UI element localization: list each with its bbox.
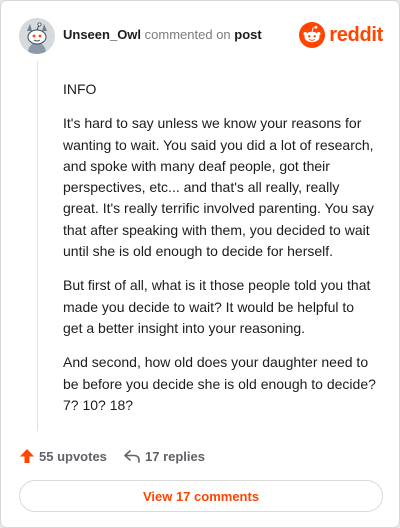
reddit-snoo-icon bbox=[299, 22, 326, 48]
upvote-button[interactable]: 55 upvotes bbox=[19, 445, 107, 467]
upvote-count: 55 upvotes bbox=[39, 448, 107, 464]
reply-count: 17 replies bbox=[145, 448, 205, 464]
commented-on-text: commented on bbox=[144, 27, 231, 42]
comment-card: Unseen_Owl commented on post reddit INFO… bbox=[0, 0, 400, 528]
reddit-wordmark: reddit bbox=[329, 23, 383, 46]
snoo-avatar-icon bbox=[19, 18, 55, 54]
user-avatar[interactable] bbox=[19, 18, 55, 54]
thread-line bbox=[37, 61, 38, 431]
view-comments-button[interactable]: View 17 comments bbox=[19, 480, 383, 512]
comment-byline: Unseen_Owl commented on post bbox=[63, 27, 262, 42]
comment-body: INFO It's hard to say unless we know you… bbox=[63, 79, 377, 429]
comment-footer: 55 upvotes 17 replies bbox=[19, 445, 379, 467]
comment-paragraph: It's hard to say unless we know your rea… bbox=[63, 115, 374, 260]
comment-header: Unseen_Owl commented on post reddit bbox=[19, 18, 383, 54]
comment-paragraph: INFO bbox=[63, 81, 97, 97]
replies-button[interactable]: 17 replies bbox=[123, 445, 205, 467]
post-link[interactable]: post bbox=[234, 27, 261, 42]
username-link[interactable]: Unseen_Owl bbox=[63, 27, 141, 42]
reply-arrow-icon bbox=[124, 450, 140, 463]
upvote-arrow-icon bbox=[20, 449, 34, 463]
comment-paragraph: But first of all, what is it those peopl… bbox=[63, 277, 371, 336]
reddit-logo: reddit bbox=[299, 22, 383, 48]
comment-paragraph: And second, how old does your daughter n… bbox=[63, 354, 376, 413]
